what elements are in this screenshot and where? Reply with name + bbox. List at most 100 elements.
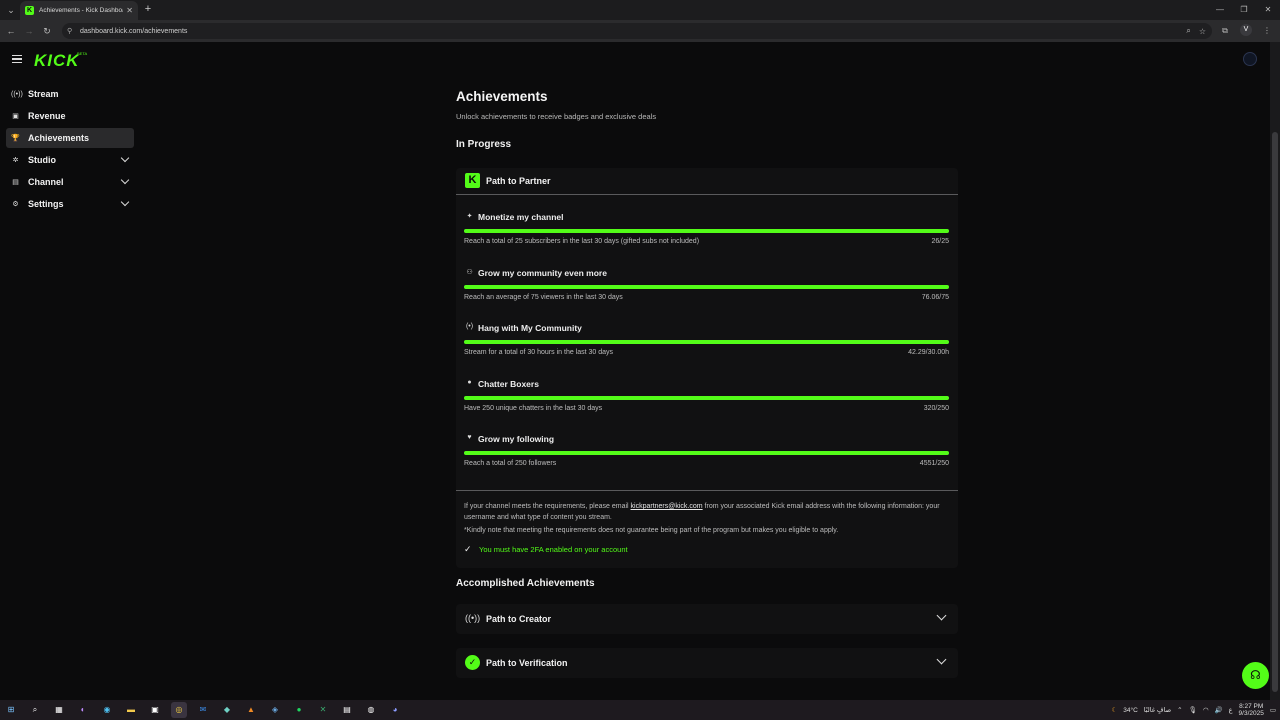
accomplished-heading: Accomplished Achievements (456, 578, 595, 589)
sidebar-item-achievements[interactable]: 🏆 Achievements (6, 128, 134, 148)
accomplished-path-to-verification[interactable]: ✓ Path to Verification (456, 647, 958, 678)
notepad-icon[interactable]: ▤ (339, 702, 355, 718)
tab-close-icon[interactable]: ✕ (126, 6, 133, 15)
page-title: Achievements (456, 89, 548, 104)
studio-icon: ✲ (12, 157, 19, 164)
chevron-down-icon[interactable] (936, 610, 947, 621)
sidebar-item-studio[interactable]: ✲ Studio (6, 150, 134, 170)
requirement-title: Monetize my channel (478, 212, 564, 222)
requirement-progress: 320/250 (923, 404, 949, 412)
channel-icon: ▤ (12, 179, 19, 186)
kick-logo[interactable]: KICK (34, 51, 80, 71)
url-text: dashboard.kick.com/achievements (80, 27, 188, 35)
chevron-down-icon[interactable] (120, 153, 130, 163)
sidebar-item-label: Settings (28, 199, 64, 209)
spotify-icon[interactable]: ● (291, 702, 307, 718)
language-icon[interactable]: ع (1229, 706, 1233, 714)
copilot-icon[interactable]: ◐ (75, 702, 91, 718)
requirement-progress: 42.29/30.00h (908, 349, 949, 356)
support-chat-button[interactable]: ☊ (1242, 662, 1269, 689)
sparkle-icon: ✦ (466, 213, 473, 220)
store-icon[interactable]: ▣ (147, 702, 163, 718)
sidebar-item-channel[interactable]: ▤ Channel (6, 172, 134, 192)
hamburger-menu-icon[interactable] (12, 55, 22, 63)
requirement-item: ⚇ Grow my community even more Reach an ave… (464, 268, 949, 318)
weather-temp: 34°C (1123, 706, 1138, 714)
vlc-icon[interactable]: ▲ (243, 702, 259, 718)
requirement-item: ♥ Grow my following Reach a total of 250 f… (464, 434, 949, 484)
kick-favicon-icon: K (25, 6, 34, 15)
sidebar-item-label: Studio (28, 155, 56, 165)
minimize-icon[interactable]: — (1208, 0, 1232, 20)
card-header: K Path to Partner (456, 168, 958, 195)
notifications-icon[interactable]: ▭ (1270, 706, 1276, 714)
page-scrollbar[interactable] (1270, 42, 1280, 700)
accomplished-path-to-creator[interactable]: ((•)) Path to Creator (456, 604, 958, 634)
volume-icon[interactable]: 🔊 (1215, 706, 1223, 714)
zoom-icon[interactable]: ⌕ (1186, 26, 1190, 36)
weather-icon[interactable]: ☾ (1111, 706, 1117, 714)
sidebar-item-label: Stream (28, 89, 59, 99)
back-icon[interactable]: ← (4, 24, 18, 38)
mic-icon[interactable]: 🎙 (1189, 706, 1197, 714)
windows-taskbar: ⊞ ⌕ ▦ ◐ ◉ ▬ ▣ ◎ ✉ ◆ ▲ ◈ ● ✕ ▤ ◍ ◕ ☾ 34°C… (0, 700, 1280, 720)
tab-search-icon[interactable]: ⌄ (4, 3, 18, 17)
network-icon[interactable]: ◠ (1203, 706, 1209, 714)
app-icon[interactable]: ◆ (219, 702, 235, 718)
excel-icon[interactable]: ✕ (315, 702, 331, 718)
browser-tab-active[interactable]: K Achievements - Kick Dashboard ✕ (20, 1, 138, 20)
users-icon: ⚇ (466, 268, 473, 276)
search-icon[interactable]: ⌕ (27, 702, 43, 718)
browser-menu-icon[interactable]: ⋮ (1260, 24, 1274, 38)
reload-icon[interactable]: ↻ (40, 24, 54, 38)
site-info-icon[interactable]: ⚲ (67, 27, 77, 35)
partner-email-link[interactable]: kickpartners@kick.com (631, 503, 703, 510)
trophy-icon: 🏆 (11, 135, 20, 142)
edge-icon[interactable]: ◉ (99, 702, 115, 718)
bookmark-star-icon[interactable]: ☆ (1199, 27, 1206, 36)
restore-icon[interactable]: ❐ (1232, 0, 1256, 20)
progress-fill (464, 451, 949, 455)
sidebar-item-settings[interactable]: ⚙ Settings (6, 194, 134, 214)
start-icon[interactable]: ⊞ (3, 702, 19, 718)
progress-bar (464, 451, 949, 455)
window-controls: — ❐ ✕ (1208, 0, 1280, 20)
user-avatar[interactable] (1243, 52, 1257, 66)
chrome-icon[interactable]: ◎ (171, 702, 187, 718)
address-bar[interactable]: ⚲ dashboard.kick.com/achievements ⌕ ☆ (62, 23, 1212, 39)
steam-icon[interactable]: ◈ (267, 702, 283, 718)
extensions-icon[interactable]: ⧉ (1218, 24, 1232, 38)
sidebar-item-revenue[interactable]: ▣ Revenue (6, 106, 134, 126)
forward-icon[interactable]: → (22, 24, 36, 38)
discord-icon[interactable]: ◕ (387, 702, 403, 718)
new-tab-button[interactable]: + (141, 2, 155, 17)
clock[interactable]: 8:27 PM 9/3/2025 (1239, 703, 1264, 717)
chevron-down-icon[interactable] (120, 197, 130, 207)
chevron-down-icon[interactable] (936, 654, 947, 664)
page-subtitle: Unlock achievements to receive badges an… (456, 112, 657, 121)
dashboard-header: KICK BETA (0, 42, 1270, 80)
close-window-icon[interactable]: ✕ (1256, 0, 1280, 20)
outlook-icon[interactable]: ✉ (195, 702, 211, 718)
requirement-item: ✦ Monetize my channel Reach a total of 25 … (464, 212, 949, 262)
wallet-icon: ▣ (12, 113, 19, 120)
tray-chevron-icon[interactable]: ⌃ (1177, 706, 1182, 714)
file-explorer-icon[interactable]: ▬ (123, 702, 139, 718)
browser-profile-icon[interactable]: V (1240, 24, 1252, 36)
chevron-down-icon[interactable] (120, 175, 130, 185)
requirement-title: Chatter Boxers (478, 378, 539, 389)
obs-icon[interactable]: ◍ (363, 702, 379, 718)
progress-bar (464, 340, 949, 344)
requirement-description: Stream for a total of 30 hours in the la… (464, 349, 614, 356)
scrollbar-thumb[interactable] (1272, 132, 1278, 692)
eligibility-note: *Kindly note that meeting the requiremen… (464, 527, 839, 534)
progress-bar (464, 395, 949, 400)
browser-toolbar: ← → ↻ ⚲ dashboard.kick.com/achievements … (0, 20, 1280, 42)
sidebar-item-stream[interactable]: ((•)) Stream (6, 84, 134, 104)
task-view-icon[interactable]: ▦ (51, 702, 67, 718)
sidebar-item-label: Revenue (28, 111, 66, 121)
requirement-description: Have 250 unique chatters in the last 30 … (464, 404, 603, 412)
path-to-partner-card: K Path to Partner ✦ Monetize my channel Re… (456, 168, 958, 568)
progress-fill (464, 340, 949, 344)
gear-icon: ⚙ (12, 201, 19, 208)
